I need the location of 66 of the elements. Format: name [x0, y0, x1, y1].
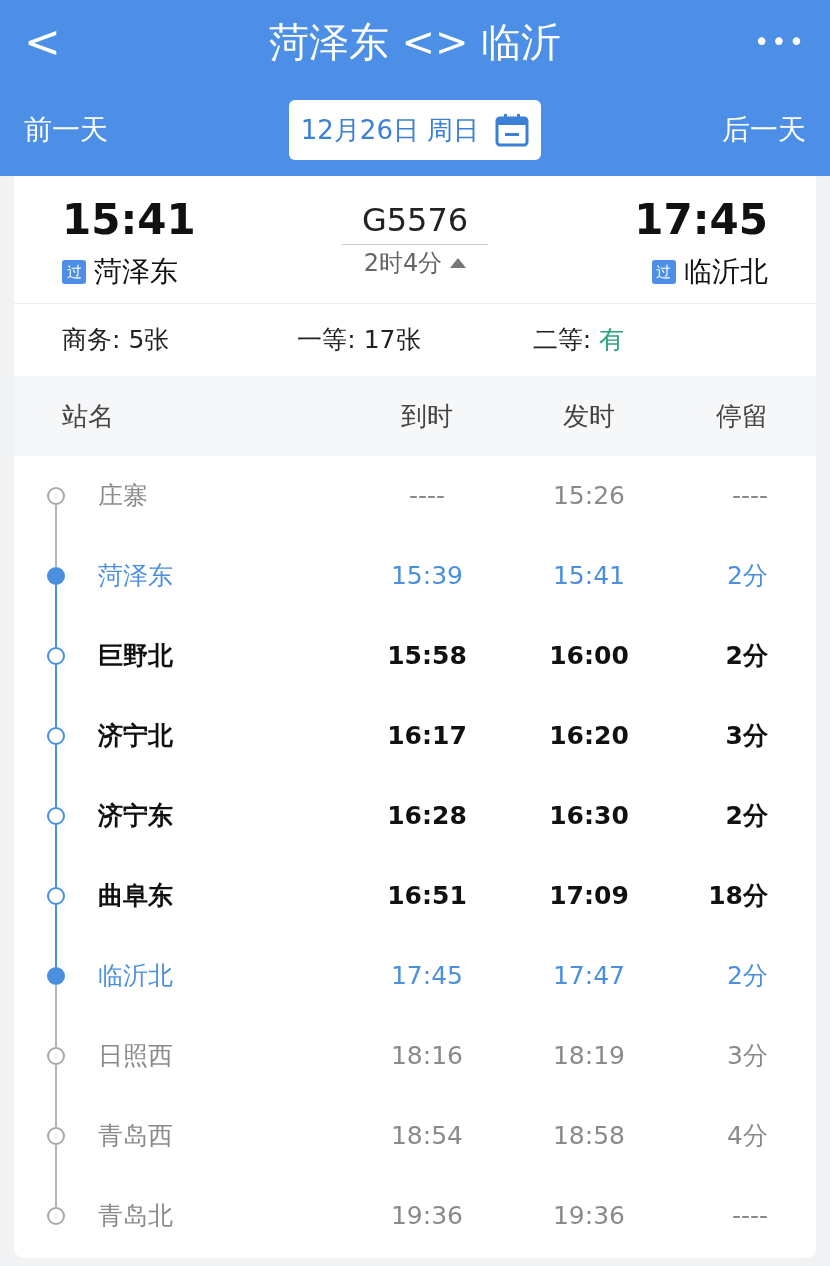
arrival-time-cell-text: 15:39 — [389, 560, 464, 593]
arrival-time-cell-text: 15:58 — [386, 640, 468, 673]
seat-class-label: 商务: — [62, 324, 122, 357]
arrival-time-cell-text: 19:36 — [389, 1200, 464, 1233]
station-name: 青岛西 — [98, 1120, 174, 1153]
station-name: 日照西 — [98, 1040, 174, 1073]
column-header: 发时 — [562, 399, 616, 433]
arrival-station: 临沂北 — [684, 254, 768, 290]
stop-duration-cell-text: ---- — [730, 480, 768, 513]
more-button[interactable]: ••• — [746, 22, 806, 62]
departure-time-cell-text: 18:19 — [551, 1040, 626, 1073]
stop-duration-cell-text: 2分 — [726, 960, 768, 993]
seat-availability: 17张 — [363, 324, 421, 357]
stop-duration-cell-text: ---- — [730, 1200, 768, 1233]
back-button[interactable]: < — [24, 9, 84, 75]
column-header: 到时 — [400, 399, 454, 433]
stop-duration-cell-text: 2分 — [726, 560, 768, 593]
stop-duration-cell-text: 2分 — [724, 640, 768, 673]
arrival-time-cell-text: 16:28 — [386, 800, 468, 833]
next-day-button[interactable]: 后一天 — [722, 109, 806, 151]
pass-badge: 过 — [652, 260, 676, 284]
departure-station: 菏泽东 — [94, 254, 178, 290]
seat-class-label: 一等: — [297, 324, 357, 357]
stop-duration-cell-text: 18分 — [707, 880, 768, 913]
departure-time: 15:41 — [62, 194, 196, 246]
calendar-icon — [495, 113, 530, 147]
pass-badge: 过 — [62, 260, 86, 284]
column-header: 站名 — [62, 399, 115, 433]
station-name: 菏泽东 — [98, 560, 174, 593]
stop-duration-cell-text: 3分 — [724, 720, 768, 753]
station-name: 济宁东 — [98, 800, 174, 833]
departure-time-cell-text: 17:47 — [551, 960, 626, 993]
station-name: 济宁北 — [98, 720, 174, 753]
arrival-time: 17:45 — [634, 194, 768, 246]
seat-availability: 有 — [599, 324, 625, 357]
station-name: 曲阜东 — [98, 880, 174, 913]
duration: 2时4分 — [363, 248, 443, 279]
departure-time-cell-text: 15:41 — [551, 560, 626, 593]
departure-time-cell-text: 15:26 — [551, 480, 626, 513]
departure-time-cell-text: 18:58 — [551, 1120, 626, 1153]
departure-time-cell-text: 16:00 — [548, 640, 630, 673]
stop-duration-cell-text: 4分 — [726, 1120, 768, 1153]
stop-duration-cell-text: 3分 — [726, 1040, 768, 1073]
station-name: 青岛北 — [98, 1200, 174, 1233]
departure-time-cell-text: 16:30 — [548, 800, 630, 833]
column-header: 停留 — [715, 399, 768, 433]
departure-time-cell-text: 16:20 — [548, 720, 630, 753]
station-name: 庄寨 — [98, 480, 149, 513]
triangle-up-icon — [450, 258, 467, 268]
departure-time-cell-text: 19:36 — [551, 1200, 626, 1233]
date-picker[interactable]: 12月26日 周日 — [288, 100, 542, 160]
train-number: G5576 — [341, 196, 489, 245]
station-name: 临沂北 — [98, 960, 174, 993]
seat-class-label: 二等: — [532, 324, 593, 357]
arrival-time-cell-text: ---- — [407, 480, 447, 513]
seat-availability: 5张 — [128, 324, 170, 357]
previous-day-button[interactable]: 前一天 — [24, 109, 108, 151]
departure-time-cell-text: 17:09 — [548, 880, 630, 913]
arrival-time-cell-text: 16:51 — [386, 880, 468, 913]
arrival-time-cell-text: 18:16 — [389, 1040, 464, 1073]
arrival-time-cell-text: 16:17 — [386, 720, 468, 753]
stop-duration-cell-text: 2分 — [724, 800, 768, 833]
station-name: 巨野北 — [98, 640, 174, 673]
page-title: 菏泽东 <> 临沂 — [268, 18, 562, 67]
arrival-time-cell-text: 17:45 — [389, 960, 464, 993]
arrival-time-cell-text: 18:54 — [389, 1120, 464, 1153]
